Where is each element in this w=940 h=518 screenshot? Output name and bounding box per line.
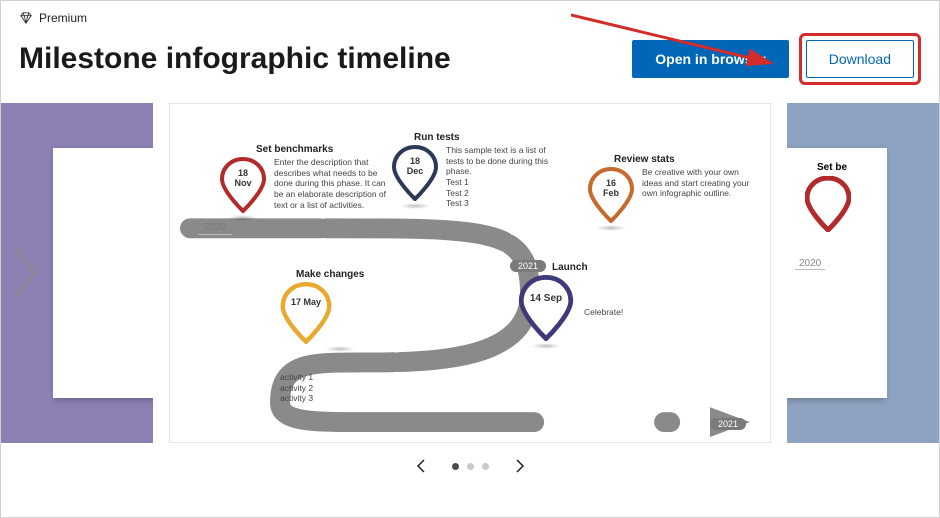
carousel-dots: [452, 463, 489, 470]
year-end-badge: 2021: [710, 418, 746, 430]
carousel-next-slide[interactable]: Set be 2020: [787, 103, 939, 443]
carousel-dot[interactable]: [452, 463, 459, 470]
chevron-right-icon: [7, 243, 43, 303]
milestone-launch: Launch 14 Sep Celebrate!: [518, 262, 678, 349]
milestone-run-tests: Run tests 18Dec This sample text is a li…: [392, 132, 572, 209]
carousel-dot[interactable]: [467, 463, 474, 470]
carousel-current-slide: 2020 2021 2021 Set benchmarks 18Nov Ente…: [169, 103, 771, 443]
year-start-label: 2020: [198, 222, 232, 235]
peek-title: Set be: [817, 162, 877, 173]
carousel-dot[interactable]: [482, 463, 489, 470]
milestone-review-stats: Review stats 16Feb Be creative with your…: [588, 154, 768, 231]
carousel-next-button[interactable]: [511, 457, 529, 475]
open-in-browser-button[interactable]: Open in browser: [632, 40, 788, 78]
milestone-make-changes: Make changes 17 May activity 1 activity …: [280, 269, 400, 404]
download-highlight: Download: [799, 33, 921, 85]
page-title: Milestone infographic timeline: [19, 42, 451, 76]
carousel-controls: [1, 443, 939, 485]
peek-year: 2020: [795, 258, 825, 270]
template-carousel: 2020 2021 2021 Set benchmarks 18Nov Ente…: [1, 103, 939, 443]
premium-badge: Premium: [1, 1, 939, 25]
milestone-set-benchmarks: Set benchmarks 18Nov Enter the descripti…: [220, 144, 410, 221]
diamond-icon: [19, 11, 33, 25]
carousel-prev-button[interactable]: [412, 457, 430, 475]
download-button[interactable]: Download: [806, 40, 914, 78]
premium-label: Premium: [39, 11, 87, 25]
carousel-prev-slide[interactable]: [1, 103, 153, 443]
